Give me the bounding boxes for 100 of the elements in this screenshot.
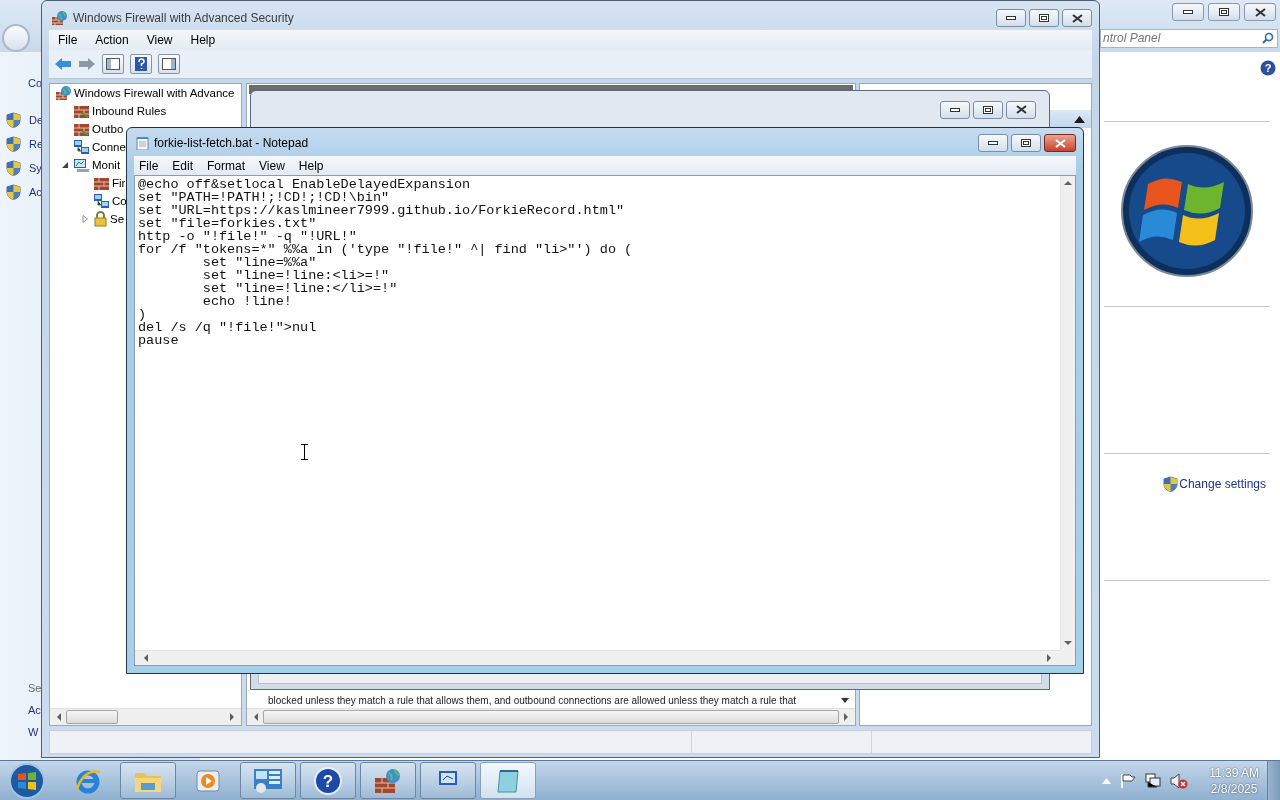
tree-item[interactable]: Conne	[73, 139, 126, 155]
taskbar-button[interactable]	[120, 762, 176, 799]
maximize-icon	[1039, 14, 1049, 22]
start-button[interactable]	[8, 761, 46, 800]
collapse-arrow-icon[interactable]	[61, 161, 69, 169]
shield-icon	[6, 184, 21, 200]
change-settings-link[interactable]: Change settings	[1179, 477, 1266, 491]
taskbar-button[interactable]	[360, 762, 416, 799]
wall-globe-icon	[51, 10, 68, 26]
minimize-icon	[1183, 10, 1193, 14]
scroll-down-icon[interactable]	[1064, 640, 1072, 646]
text-cursor-icon	[301, 444, 308, 460]
window-title: Windows Firewall with Advanced Security	[73, 11, 295, 25]
help-button[interactable]	[130, 54, 152, 74]
help-icon: ?	[314, 766, 342, 795]
control-panel-icon	[253, 767, 283, 794]
menu-item[interactable]: Action	[86, 33, 138, 47]
taskbar-button[interactable]	[420, 762, 476, 799]
back-arrow-icon[interactable]	[54, 57, 72, 71]
maximize-icon	[983, 105, 993, 114]
pane-icon	[106, 58, 120, 70]
menu-item[interactable]: File	[134, 158, 167, 173]
tree-item[interactable]: Monit	[73, 157, 121, 173]
pane-icon	[162, 58, 176, 70]
scrollbar-thumb[interactable]	[263, 710, 839, 724]
menu-item[interactable]: Format	[202, 158, 254, 173]
tree-item[interactable]: Windows Firewall with Advance	[55, 85, 235, 101]
wall-globe-icon	[55, 85, 72, 101]
computers-icon	[73, 139, 90, 155]
tree-item[interactable]: Inbound Rules	[73, 103, 167, 119]
dropdown-arrow-icon[interactable]	[841, 697, 849, 703]
maximize-button[interactable]	[973, 100, 1003, 119]
action-pane-button[interactable]	[158, 54, 180, 74]
padlock-icon	[93, 211, 108, 227]
scroll-up-icon[interactable]	[1064, 180, 1072, 186]
menu-item[interactable]: Edit	[167, 158, 202, 173]
close-icon	[1015, 105, 1027, 114]
clock-date: 2/8/2025	[1210, 780, 1258, 797]
taskbar-button[interactable]	[480, 762, 536, 799]
menu-item[interactable]: View	[137, 33, 182, 47]
minimize-icon	[950, 107, 960, 112]
minimize-button[interactable]	[940, 100, 970, 119]
expand-arrow-icon[interactable]	[81, 215, 89, 223]
notepad-icon	[136, 136, 149, 150]
close-button[interactable]	[1062, 9, 1092, 27]
maximize-button[interactable]	[1011, 134, 1041, 152]
close-icon	[1071, 13, 1083, 23]
nav-heading: Se	[28, 682, 42, 694]
nav-link[interactable]: Ac	[28, 704, 41, 716]
scroll-left-icon[interactable]	[143, 654, 149, 662]
console-tree-button[interactable]	[102, 54, 124, 74]
close-button[interactable]	[1006, 100, 1036, 119]
close-icon	[1254, 7, 1266, 17]
menu-item[interactable]: File	[49, 33, 87, 47]
shield-icon	[6, 160, 21, 176]
minimize-button[interactable]	[996, 9, 1026, 27]
tree-item[interactable]: Co	[93, 193, 127, 209]
wall-icon	[93, 175, 110, 191]
shield-icon	[6, 136, 21, 152]
scrollbar-thumb[interactable]	[66, 710, 118, 724]
minimize-button[interactable]	[978, 134, 1008, 152]
wall-icon	[73, 103, 90, 119]
maximize-button[interactable]	[1208, 3, 1240, 21]
close-button[interactable]	[1044, 134, 1076, 152]
scroll-right-icon[interactable]	[1046, 654, 1052, 662]
network-icon[interactable]	[1145, 772, 1162, 789]
nav-link[interactable]: Ac	[29, 186, 42, 198]
maximize-icon	[1021, 139, 1031, 147]
wall-globe-icon	[373, 766, 403, 795]
flag-icon[interactable]	[1120, 772, 1137, 789]
taskbar-button[interactable]	[240, 762, 296, 799]
menu-item[interactable]: View	[254, 158, 293, 173]
shield-icon	[6, 112, 21, 128]
nav-link[interactable]: W	[28, 726, 39, 738]
minimize-icon	[1006, 16, 1016, 20]
menu-item[interactable]: Help	[181, 33, 225, 47]
minimize-button[interactable]	[1172, 3, 1204, 21]
clock-time: 11:39 AM	[1209, 764, 1259, 781]
computer-chart-icon	[73, 157, 90, 173]
description-text: blocked unless they match a rule that allows them, and outbound connections are allowed unless they match a rule that	[268, 694, 798, 706]
menu-item[interactable]: Help	[293, 158, 332, 173]
taskbar-button[interactable]: ?	[300, 762, 356, 799]
nav-link[interactable]: Sy	[29, 162, 42, 174]
scroll-left-icon[interactable]	[253, 713, 259, 721]
tree-item[interactable]: Se	[93, 211, 125, 227]
maximize-icon	[1219, 8, 1229, 16]
scroll-left-icon[interactable]	[56, 713, 62, 721]
vertical-scrollbar[interactable]	[1060, 176, 1075, 650]
close-button[interactable]	[1244, 3, 1276, 21]
maximize-button[interactable]	[1029, 9, 1059, 27]
help-icon[interactable]: ?	[1260, 60, 1276, 76]
tree-item[interactable]: Outbo	[73, 121, 124, 137]
muted-speaker-icon[interactable]	[1170, 772, 1189, 789]
scroll-right-icon[interactable]	[843, 713, 849, 721]
tree-item[interactable]: Fir	[93, 175, 126, 191]
search-field[interactable]: ntrol Panel	[1100, 28, 1278, 48]
collapse-arrow-icon[interactable]	[1074, 115, 1085, 123]
search-icon	[1262, 31, 1274, 44]
horizontal-scrollbar[interactable]	[135, 650, 1060, 665]
scroll-right-icon[interactable]	[229, 713, 235, 721]
